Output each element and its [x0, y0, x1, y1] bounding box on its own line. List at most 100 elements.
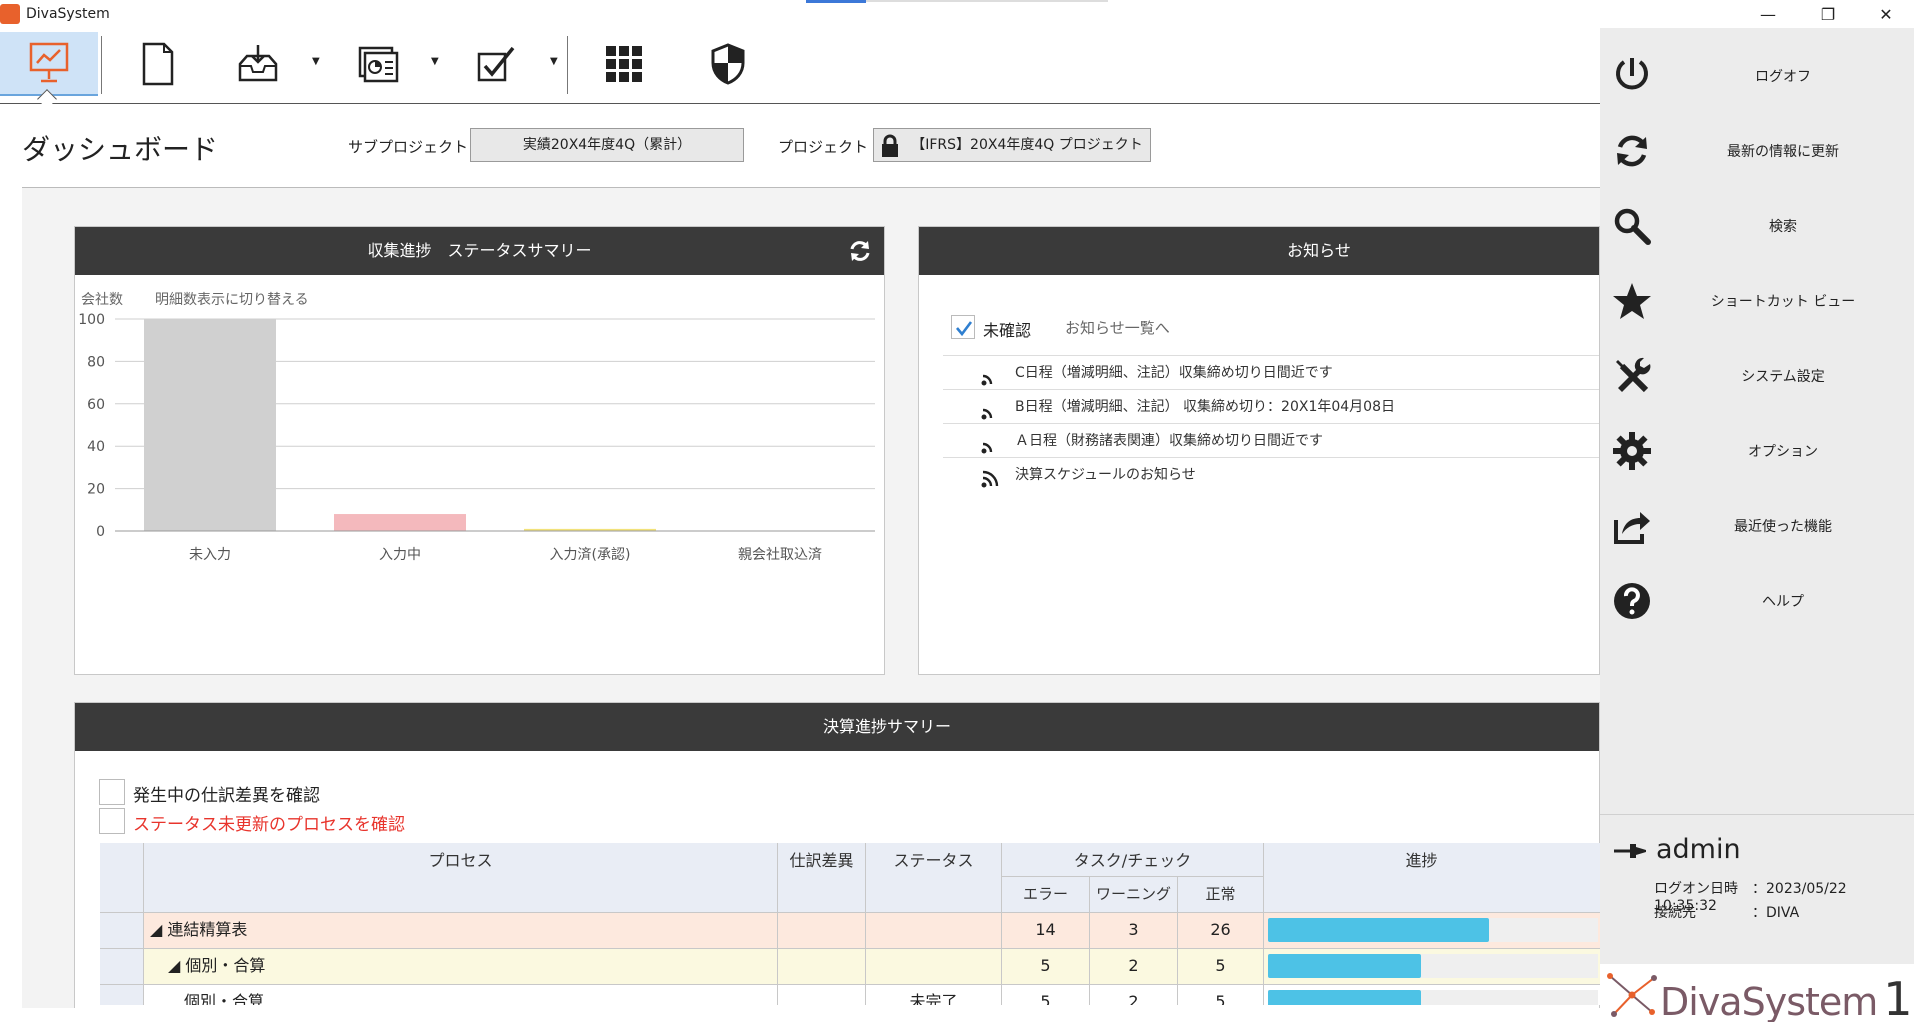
row-selector	[100, 913, 144, 949]
error-count: 14	[1002, 913, 1090, 949]
project-selector[interactable]: 【IFRS】20X4年度4Q プロジェクト	[873, 128, 1151, 162]
process-name[interactable]: ◢ 個別・合算	[144, 949, 778, 985]
progress-cell	[1264, 985, 1600, 1005]
unread-checkbox[interactable]	[951, 315, 975, 339]
project-value: 【IFRS】20X4年度4Q プロジェクト	[911, 137, 1143, 153]
notice-item[interactable]: Ａ日程（財務諸表関連）収集締め切り日間近です	[943, 423, 1599, 457]
col-error[interactable]: エラー	[1002, 877, 1090, 913]
status-stale-filter-label: ステータス未更新のプロセスを確認	[133, 815, 405, 835]
side-menu-item[interactable]: ログオフ	[1600, 44, 1914, 106]
subproject-selector[interactable]: 実績20X4年度4Q（累計）	[470, 128, 744, 162]
side-menu-label: ヘルプ	[1762, 594, 1804, 610]
title-indicator	[806, 0, 866, 3]
page-title: ダッシュボード	[22, 133, 219, 166]
notice-item[interactable]: B日程（増減明細、注記） 収集締め切り：20X1年04月08日	[943, 389, 1599, 423]
refresh-icon[interactable]	[848, 239, 872, 263]
col-status[interactable]: ステータス	[866, 843, 1002, 913]
status-stale-filter-checkbox[interactable]	[99, 808, 125, 834]
col-task-check: タスク/チェック	[1002, 843, 1264, 877]
x-tick-label: 入力済(承認)	[550, 547, 631, 563]
settlement-progress-title: 決算進捗サマリー	[822, 717, 951, 736]
connection-label: 接続先	[1654, 905, 1696, 921]
toolbar-separator	[567, 36, 568, 94]
side-menu-item[interactable]: オプション	[1600, 419, 1914, 481]
approval-dropdown-caret-icon[interactable]: ▼	[550, 56, 558, 67]
side-menu-label: オプション	[1748, 444, 1818, 460]
notice-list-link[interactable]: お知らせ一覧へ	[1065, 317, 1170, 338]
progress-cell	[1264, 949, 1600, 985]
checkmark-icon	[956, 321, 973, 337]
progress-track	[1268, 990, 1598, 1005]
row-header-corner	[100, 843, 144, 913]
rss-icon	[981, 408, 993, 420]
notice-text: Ａ日程（財務諸表関連）収集締め切り日間近です	[1015, 433, 1323, 449]
bar-1[interactable]	[334, 514, 466, 531]
x-tick-label: 未入力	[189, 547, 231, 563]
apps-grid-button[interactable]	[596, 32, 652, 96]
side-menu-panel: ログオフ最新の情報に更新 検索ショートカット ビューシステム設定オプション最近使っ…	[1600, 28, 1914, 1022]
notice-item[interactable]: 決算スケジュールのお知らせ	[943, 457, 1599, 491]
col-warning[interactable]: ワーニング	[1090, 877, 1178, 913]
progress-fill	[1268, 990, 1421, 1005]
bar-0[interactable]	[144, 319, 276, 531]
report-button[interactable]	[350, 32, 406, 96]
side-menu-item[interactable]: 最新の情報に更新	[1600, 119, 1914, 181]
process-name[interactable]: 個別・合算	[144, 985, 778, 1005]
security-button[interactable]	[700, 32, 756, 96]
col-normal[interactable]: 正常	[1178, 877, 1264, 913]
error-count: 5	[1002, 985, 1090, 1005]
dashboard-button[interactable]	[0, 32, 98, 96]
import-button[interactable]	[230, 32, 286, 96]
notice-header: お知らせ	[919, 227, 1599, 275]
notice-title: お知らせ	[1287, 241, 1351, 260]
journal-diff-cell	[778, 985, 866, 1005]
y-tick-label: 100	[78, 312, 105, 328]
import-dropdown-caret-icon[interactable]: ▼	[312, 56, 320, 67]
side-menu-item[interactable]: ヘルプ	[1600, 569, 1914, 631]
side-menu-item[interactable]: ショートカット ビュー	[1600, 269, 1914, 331]
side-menu-item[interactable]: 最近使った機能	[1600, 494, 1914, 556]
side-menu-label: ショートカット ビュー	[1710, 294, 1856, 310]
status-summary-header: 収集進捗 ステータスサマリー	[75, 227, 884, 275]
minimize-button[interactable]: —	[1740, 2, 1796, 28]
side-menu-item[interactable]: システム設定	[1600, 344, 1914, 406]
status-bar-chart: 0 20 40 60 80 100 未入力 入力中 入力済(承認) 親会社取込済	[78, 312, 875, 563]
col-journal-diff[interactable]: 仕訳差異	[778, 843, 866, 913]
rss-icon	[981, 374, 993, 386]
report-dropdown-caret-icon[interactable]: ▼	[431, 56, 439, 67]
checkbox-check-icon	[477, 46, 515, 82]
progress-track	[1268, 954, 1598, 978]
progress-fill	[1268, 918, 1489, 942]
subproject-label: サブプロジェクト	[348, 138, 469, 156]
grid-icon	[606, 46, 642, 82]
connection-row: 接続先 ：DIVA	[1654, 902, 1799, 922]
notice-item[interactable]: C日程（増減明細、注記）収集締め切り日間近です	[943, 355, 1599, 389]
col-progress[interactable]: 進捗	[1264, 843, 1600, 913]
progress-cell	[1264, 913, 1600, 949]
row-selector	[100, 949, 144, 985]
journal-diff-cell	[778, 949, 866, 985]
new-document-button[interactable]	[130, 32, 186, 96]
rss-icon	[981, 470, 999, 488]
toolbar: ▼ ▼ ▼	[0, 28, 1600, 104]
y-tick-label: 80	[87, 354, 105, 370]
side-menu-label: ログオフ	[1755, 69, 1811, 85]
y-tick-label: 60	[87, 397, 105, 413]
maximize-button[interactable]: ❐	[1800, 2, 1856, 28]
app-logo-icon	[0, 4, 20, 24]
y-tick-label: 40	[87, 439, 105, 455]
approval-button[interactable]	[468, 32, 524, 96]
warning-count: 2	[1090, 949, 1178, 985]
unread-label: 未確認	[983, 321, 1032, 340]
brand-name-text: DivaSystem	[1660, 980, 1878, 1022]
normal-count: 5	[1178, 949, 1264, 985]
close-button[interactable]: ✕	[1858, 2, 1914, 28]
side-menu-item[interactable]: 検索	[1600, 194, 1914, 256]
error-count: 5	[1002, 949, 1090, 985]
journal-diff-filter-checkbox[interactable]	[99, 779, 125, 805]
process-name[interactable]: ◢ 連結精算表	[144, 913, 778, 949]
side-divider	[1600, 814, 1914, 815]
progress-fill	[1268, 954, 1421, 978]
notice-text: C日程（増減明細、注記）収集締め切り日間近です	[1015, 365, 1333, 381]
col-process[interactable]: プロセス	[144, 843, 778, 913]
